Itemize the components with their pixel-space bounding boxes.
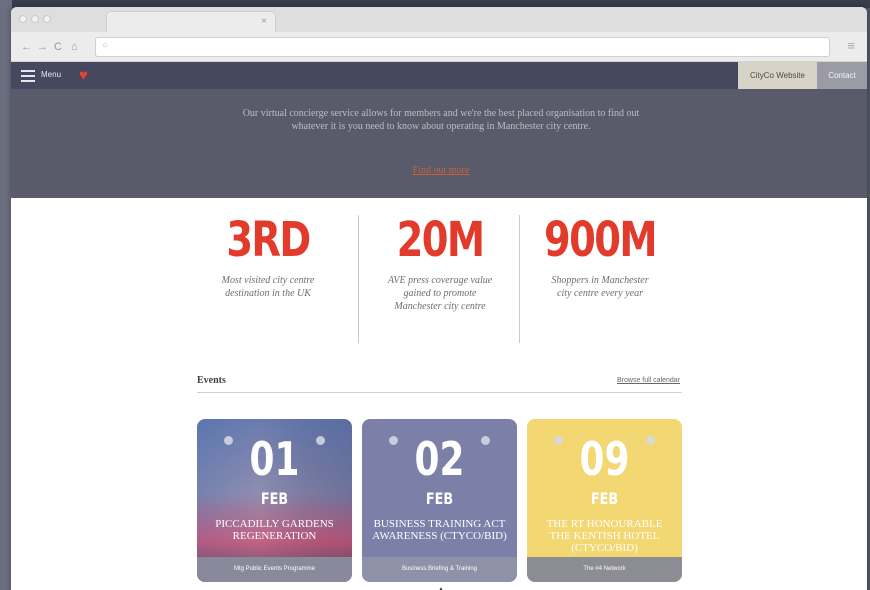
hero-link[interactable]: Find out more xyxy=(391,165,491,176)
heart-icon[interactable]: ♥ xyxy=(79,67,88,84)
stat-coverage: 20M AVE press coverage value gained to p… xyxy=(365,212,515,313)
tab-close-icon[interactable]: × xyxy=(261,16,267,28)
browser-toolbar: ← → C ⌂ ○ ≡ xyxy=(11,32,867,62)
events-heading: Events xyxy=(197,375,226,386)
stat-caption: Shoppers in Manchester city centre every… xyxy=(551,275,649,299)
event-title: Business Training ACT Awareness (CTYCO/B… xyxy=(372,518,507,542)
event-day: 02 xyxy=(414,432,465,486)
contact-button[interactable]: Contact xyxy=(817,62,867,89)
stat-value: 20M xyxy=(396,212,485,268)
hero-text: Our virtual concierge service allows for… xyxy=(242,108,640,132)
event-day: 09 xyxy=(579,432,630,486)
event-title: The Rt Honourable The Kentish Hotel (CTY… xyxy=(546,518,663,554)
event-card[interactable]: 09 FEB The Rt Honourable The Kentish Hot… xyxy=(527,419,682,582)
close-window-icon[interactable] xyxy=(19,15,27,23)
stat-divider xyxy=(358,215,359,343)
event-card[interactable]: 02 FEB Business Training ACT Awareness (… xyxy=(362,419,517,582)
maximize-window-icon[interactable] xyxy=(43,15,51,23)
event-title: Piccadilly Gardens Regeneration xyxy=(215,518,334,542)
stat-divider xyxy=(519,215,520,343)
event-card[interactable]: 01 FEB Piccadilly Gardens Regeneration M… xyxy=(197,419,352,582)
mouse-cursor-icon: ▲ xyxy=(436,585,446,590)
stat-value: 900M xyxy=(544,212,658,268)
reload-icon[interactable]: C xyxy=(54,40,62,54)
stat-value: 3RD xyxy=(226,212,311,268)
forward-icon[interactable]: → xyxy=(37,40,48,54)
stat-caption: Most visited city centre destination in … xyxy=(221,275,315,299)
stat-caption: AVE press coverage value gained to promo… xyxy=(387,275,493,312)
home-icon[interactable]: ⌂ xyxy=(71,40,78,54)
menu-label[interactable]: Menu xyxy=(41,70,61,79)
browser-window: × ← → C ⌂ ○ ≡ Menu ♥ CityCo Website Cont… xyxy=(11,7,867,590)
stat-shoppers: 900M Shoppers in Manchester city centre … xyxy=(525,212,675,300)
stat-visited: 3RD Most visited city centre destination… xyxy=(193,212,343,300)
title-bar: × xyxy=(11,7,867,32)
page-icon: ○ xyxy=(102,40,109,51)
event-category: Business Briefing & Training xyxy=(362,557,517,582)
hamburger-menu-icon[interactable] xyxy=(21,70,35,82)
event-category: Mtg Public Events Programme xyxy=(197,557,352,582)
event-month: FEB xyxy=(425,489,454,508)
cityco-website-button[interactable]: CityCo Website xyxy=(738,62,817,89)
event-month: FEB xyxy=(590,489,619,508)
back-icon[interactable]: ← xyxy=(21,40,32,54)
hero-banner: Our virtual concierge service allows for… xyxy=(11,89,867,198)
browse-calendar-link[interactable]: Browse full calendar xyxy=(617,377,680,384)
site-header: Menu ♥ CityCo Website Contact xyxy=(11,62,867,89)
event-month: FEB xyxy=(260,489,289,508)
browser-tab[interactable]: × xyxy=(106,11,276,32)
browser-menu-icon[interactable]: ≡ xyxy=(847,38,855,54)
event-day: 01 xyxy=(249,432,300,486)
event-category: The #4 Network xyxy=(527,557,682,582)
divider xyxy=(197,392,682,393)
address-bar[interactable]: ○ xyxy=(95,37,830,57)
minimize-window-icon[interactable] xyxy=(31,15,39,23)
